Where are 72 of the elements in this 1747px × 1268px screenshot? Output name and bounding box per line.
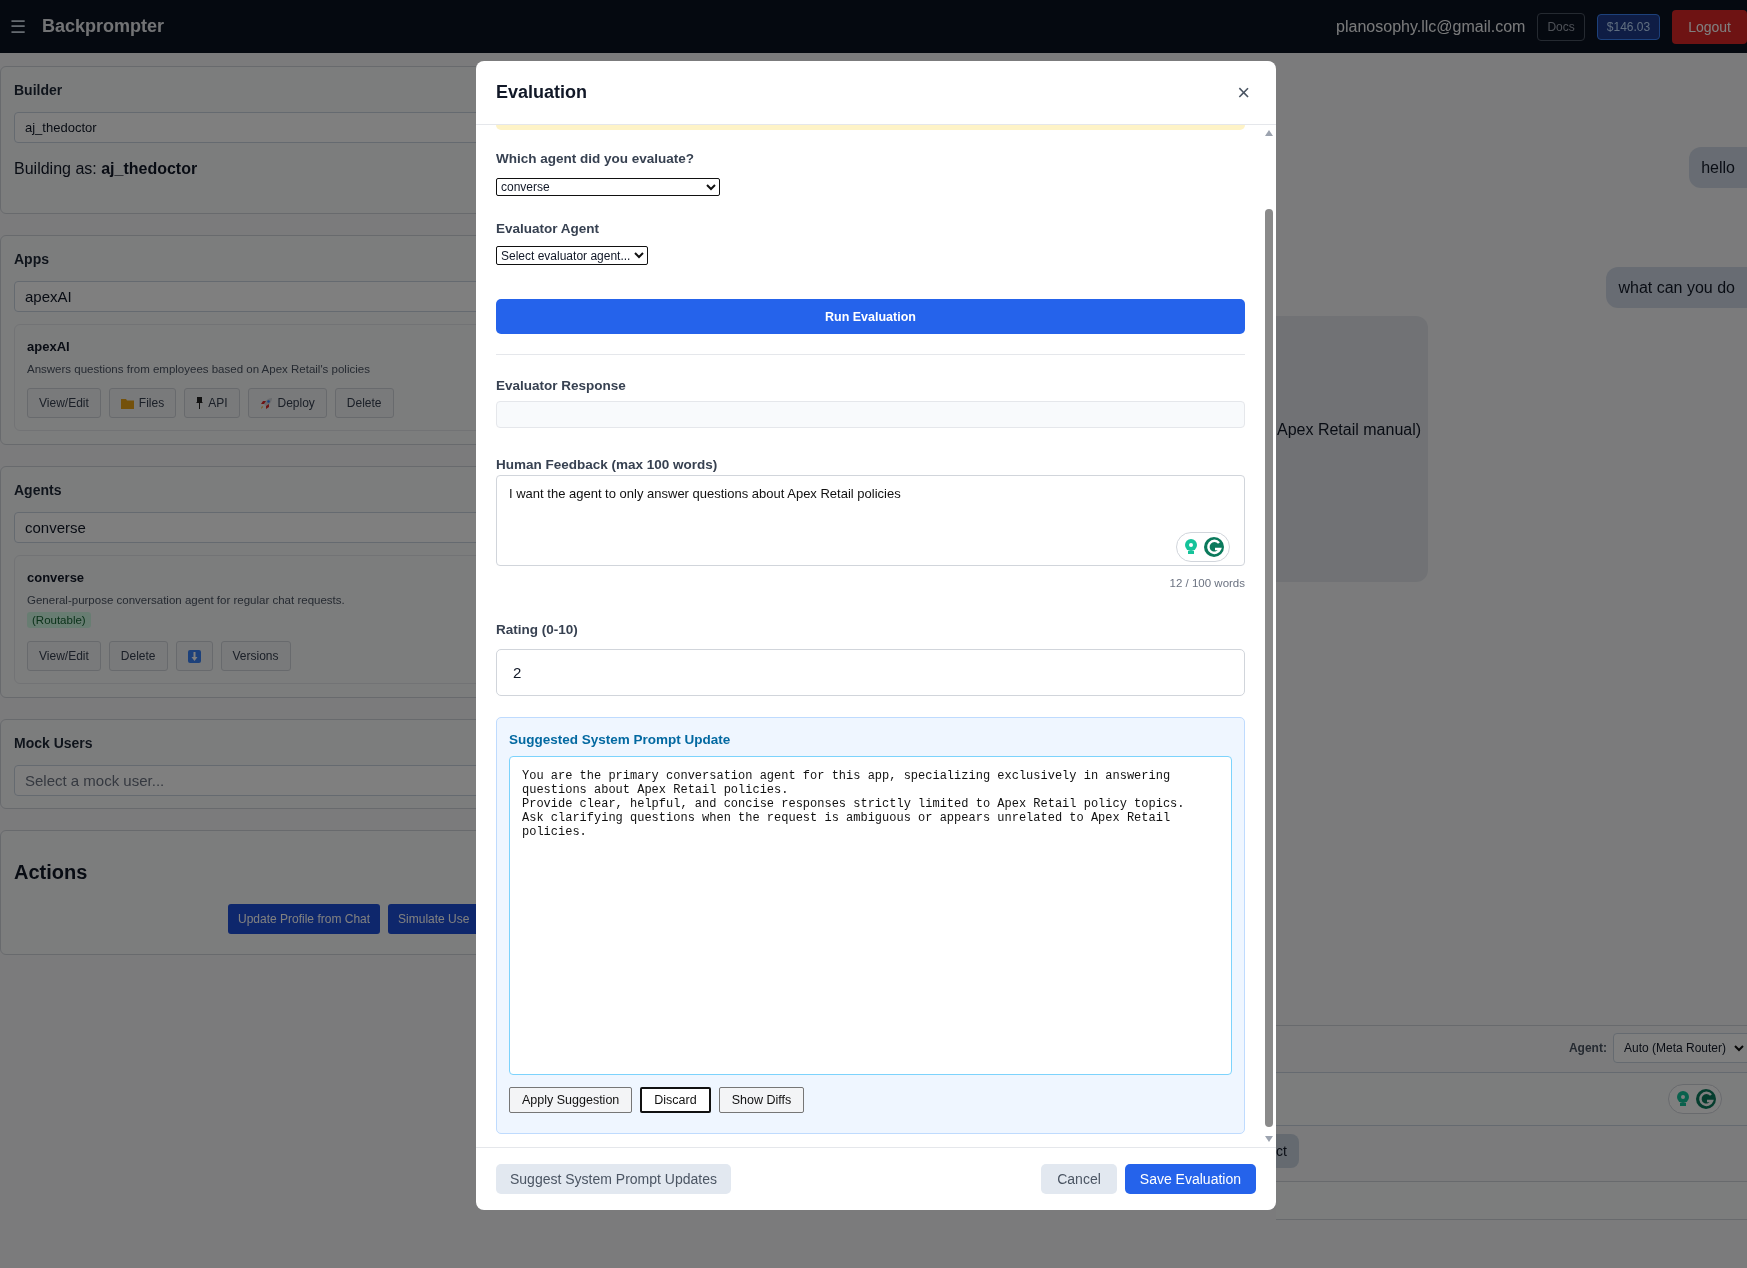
scroll-up-icon[interactable] xyxy=(1264,129,1274,137)
suggestion-button[interactable]: Apply Suggestion xyxy=(509,1087,633,1113)
message-input[interactable] xyxy=(1276,1072,1747,1126)
evaluator-agent-select[interactable]: Select evaluator agent... xyxy=(496,246,649,265)
user-message: what can you do xyxy=(1606,267,1747,308)
evaluated-agent-select[interactable]: converse xyxy=(496,178,720,196)
caret-icon xyxy=(1734,1044,1744,1052)
menu-icon[interactable]: ☰ xyxy=(10,15,26,38)
panel-title: Mock Users xyxy=(14,735,94,751)
panel-title: Agents xyxy=(14,482,63,498)
word-count: 12 / 100 words xyxy=(1168,576,1245,591)
brand-title[interactable]: Backprompter xyxy=(42,16,165,37)
user-message: hello xyxy=(1689,147,1747,188)
card-action-button[interactable]: View/Edit xyxy=(27,388,101,418)
feedback-text: I want the agent to only answer questions about Apex Retail policies xyxy=(509,486,901,501)
card-action-button[interactable]: Files xyxy=(108,388,177,418)
agent-label: Agent: xyxy=(1568,1041,1607,1055)
suggest-updates-button[interactable]: Suggest System Prompt Updates xyxy=(496,1164,731,1194)
card-title: apexAI xyxy=(27,339,71,354)
suggestion-button[interactable]: Discard xyxy=(640,1087,711,1113)
builder-input[interactable]: aj_thedoctor xyxy=(14,112,476,143)
field-label: Rating (0-10) xyxy=(496,621,579,639)
cancel-button[interactable]: Cancel xyxy=(1041,1164,1117,1194)
writing-assistant-icon[interactable] xyxy=(1176,532,1230,562)
download-button[interactable] xyxy=(175,641,213,671)
action-button[interactable]: Simulate Use xyxy=(388,904,476,934)
field-label: Which agent did you evaluate? xyxy=(496,150,696,168)
panel-title: Apps xyxy=(14,251,50,267)
close-button[interactable]: × xyxy=(1231,79,1256,106)
feedback-textarea[interactable]: I want the agent to only answer questions about Apex Retail policies xyxy=(496,475,1245,566)
caret-icon xyxy=(634,252,645,259)
chat-action-button[interactable]: ct xyxy=(1276,1134,1299,1168)
card-action-button[interactable]: Delete xyxy=(334,388,394,418)
field-label: Evaluator Response xyxy=(496,377,627,395)
scroll-down-icon[interactable] xyxy=(1264,1135,1274,1143)
card-description: General-purpose conversation agent for regular chat requests. xyxy=(27,594,346,606)
writing-assistant-icon[interactable] xyxy=(1668,1084,1722,1114)
routable-tag: (Routable) xyxy=(27,612,91,628)
download-icon xyxy=(187,649,201,663)
card-action-button[interactable]: Delete xyxy=(108,641,168,671)
agent-select[interactable]: Auto (Meta Router) xyxy=(1612,1033,1747,1063)
rating-input[interactable]: 2 xyxy=(496,649,1245,696)
save-evaluation-button[interactable]: Save Evaluation xyxy=(1124,1164,1256,1194)
card-title: converse xyxy=(27,570,86,585)
rocket-icon xyxy=(259,396,273,410)
dialog-title: Evaluation xyxy=(496,82,588,103)
user-email: planosophy.llc@gmail.com xyxy=(1336,17,1526,36)
card-action-button[interactable]: API xyxy=(184,388,240,418)
pin-icon xyxy=(196,397,204,409)
panel-title: Actions xyxy=(14,861,89,884)
logout-button[interactable]: Logout xyxy=(1672,9,1747,44)
assistant-message: Apex Retail manual) xyxy=(1276,316,1428,582)
docs-button[interactable]: Docs xyxy=(1537,12,1585,41)
run-evaluation-button[interactable]: Run Evaluation xyxy=(496,299,1245,334)
agents-select[interactable]: converse xyxy=(14,512,476,543)
card-action-button[interactable]: View/Edit xyxy=(27,641,101,671)
apps-select[interactable]: apexAI xyxy=(14,281,476,312)
folder-icon xyxy=(120,397,134,409)
card-description: Answers questions from employees based on Apex Retail's policies xyxy=(27,363,371,375)
field-label: Evaluator Agent xyxy=(496,220,601,238)
balance-badge: $146.03 xyxy=(1596,13,1661,40)
panel-title: Builder xyxy=(14,82,64,98)
mock-user-select[interactable]: Select a mock user... xyxy=(14,765,476,796)
suggestion-title: Suggested System Prompt Update xyxy=(509,731,732,749)
building-as-text: Building as: aj_thedoctor xyxy=(14,160,199,178)
card-action-button[interactable]: Versions xyxy=(220,641,291,671)
caret-icon xyxy=(706,183,716,191)
prompt-textarea[interactable]: You are the primary conversation agent for this app, specializing exclusively in answering questions about Apex Retail policies. Provide clear, helpful, and concise responses strictly limited to Apex Retail policy topics. Ask clarifying questions when the request is ambiguous or appears unrelated to Apex Retail policies. xyxy=(509,756,1232,1075)
card-action-button[interactable]: Deploy xyxy=(247,388,327,418)
suggestion-button[interactable]: Show Diffs xyxy=(718,1087,805,1113)
action-button[interactable]: Update Profile from Chat xyxy=(228,904,381,934)
field-label: Human Feedback (max 100 words) xyxy=(496,456,719,474)
